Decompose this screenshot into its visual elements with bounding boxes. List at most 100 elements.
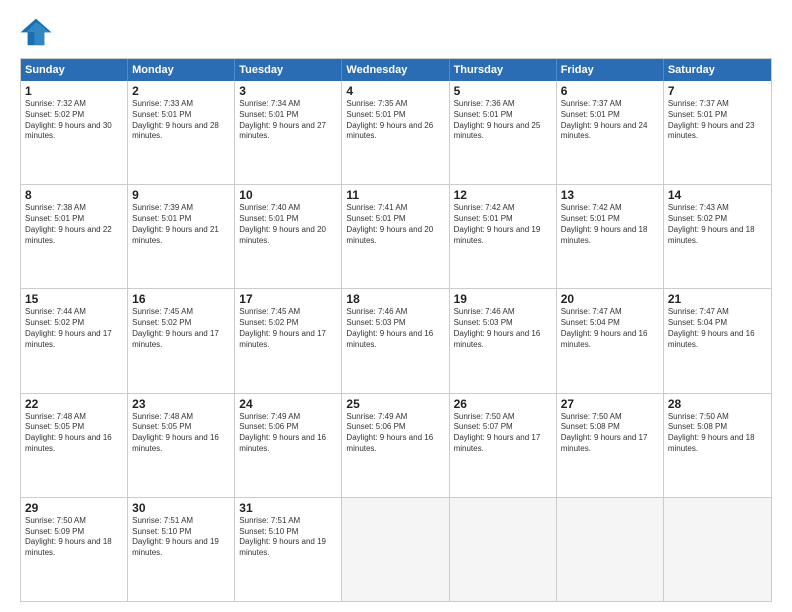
calendar-day-31: 31Sunrise: 7:51 AMSunset: 5:10 PMDayligh… [235,498,342,601]
day-info: Sunrise: 7:45 AMSunset: 5:02 PMDaylight:… [239,307,337,350]
day-header-friday: Friday [557,59,664,81]
calendar-day-27: 27Sunrise: 7:50 AMSunset: 5:08 PMDayligh… [557,394,664,497]
day-number: 17 [239,292,337,306]
calendar-day-26: 26Sunrise: 7:50 AMSunset: 5:07 PMDayligh… [450,394,557,497]
day-header-thursday: Thursday [450,59,557,81]
day-header-tuesday: Tuesday [235,59,342,81]
calendar-day-12: 12Sunrise: 7:42 AMSunset: 5:01 PMDayligh… [450,185,557,288]
calendar-day-30: 30Sunrise: 7:51 AMSunset: 5:10 PMDayligh… [128,498,235,601]
day-number: 26 [454,397,552,411]
calendar-day-19: 19Sunrise: 7:46 AMSunset: 5:03 PMDayligh… [450,289,557,392]
calendar-day-7: 7Sunrise: 7:37 AMSunset: 5:01 PMDaylight… [664,81,771,184]
day-info: Sunrise: 7:44 AMSunset: 5:02 PMDaylight:… [25,307,123,350]
day-info: Sunrise: 7:46 AMSunset: 5:03 PMDaylight:… [454,307,552,350]
calendar-day-empty [664,498,771,601]
day-info: Sunrise: 7:42 AMSunset: 5:01 PMDaylight:… [454,203,552,246]
day-number: 4 [346,84,444,98]
day-info: Sunrise: 7:32 AMSunset: 5:02 PMDaylight:… [25,99,123,142]
logo [20,16,56,48]
calendar-day-3: 3Sunrise: 7:34 AMSunset: 5:01 PMDaylight… [235,81,342,184]
day-number: 25 [346,397,444,411]
day-number: 9 [132,188,230,202]
day-info: Sunrise: 7:45 AMSunset: 5:02 PMDaylight:… [132,307,230,350]
day-info: Sunrise: 7:37 AMSunset: 5:01 PMDaylight:… [561,99,659,142]
calendar-day-5: 5Sunrise: 7:36 AMSunset: 5:01 PMDaylight… [450,81,557,184]
calendar-day-4: 4Sunrise: 7:35 AMSunset: 5:01 PMDaylight… [342,81,449,184]
day-info: Sunrise: 7:38 AMSunset: 5:01 PMDaylight:… [25,203,123,246]
day-info: Sunrise: 7:46 AMSunset: 5:03 PMDaylight:… [346,307,444,350]
calendar-day-empty [342,498,449,601]
calendar-day-1: 1Sunrise: 7:32 AMSunset: 5:02 PMDaylight… [21,81,128,184]
day-number: 23 [132,397,230,411]
day-info: Sunrise: 7:47 AMSunset: 5:04 PMDaylight:… [561,307,659,350]
day-number: 15 [25,292,123,306]
day-info: Sunrise: 7:33 AMSunset: 5:01 PMDaylight:… [132,99,230,142]
day-number: 16 [132,292,230,306]
day-info: Sunrise: 7:51 AMSunset: 5:10 PMDaylight:… [239,516,337,559]
day-number: 22 [25,397,123,411]
day-info: Sunrise: 7:50 AMSunset: 5:08 PMDaylight:… [561,412,659,455]
calendar-day-11: 11Sunrise: 7:41 AMSunset: 5:01 PMDayligh… [342,185,449,288]
calendar-day-23: 23Sunrise: 7:48 AMSunset: 5:05 PMDayligh… [128,394,235,497]
day-number: 14 [668,188,767,202]
calendar-day-9: 9Sunrise: 7:39 AMSunset: 5:01 PMDaylight… [128,185,235,288]
calendar-day-2: 2Sunrise: 7:33 AMSunset: 5:01 PMDaylight… [128,81,235,184]
day-info: Sunrise: 7:41 AMSunset: 5:01 PMDaylight:… [346,203,444,246]
page: SundayMondayTuesdayWednesdayThursdayFrid… [0,0,792,612]
day-info: Sunrise: 7:50 AMSunset: 5:08 PMDaylight:… [668,412,767,455]
day-number: 29 [25,501,123,515]
day-info: Sunrise: 7:42 AMSunset: 5:01 PMDaylight:… [561,203,659,246]
day-info: Sunrise: 7:43 AMSunset: 5:02 PMDaylight:… [668,203,767,246]
calendar-day-10: 10Sunrise: 7:40 AMSunset: 5:01 PMDayligh… [235,185,342,288]
day-header-monday: Monday [128,59,235,81]
day-info: Sunrise: 7:39 AMSunset: 5:01 PMDaylight:… [132,203,230,246]
calendar-week-2: 8Sunrise: 7:38 AMSunset: 5:01 PMDaylight… [21,184,771,288]
day-number: 19 [454,292,552,306]
day-number: 30 [132,501,230,515]
day-info: Sunrise: 7:49 AMSunset: 5:06 PMDaylight:… [239,412,337,455]
day-number: 1 [25,84,123,98]
calendar-day-15: 15Sunrise: 7:44 AMSunset: 5:02 PMDayligh… [21,289,128,392]
calendar-day-22: 22Sunrise: 7:48 AMSunset: 5:05 PMDayligh… [21,394,128,497]
day-number: 7 [668,84,767,98]
calendar-day-empty [450,498,557,601]
day-number: 3 [239,84,337,98]
day-info: Sunrise: 7:48 AMSunset: 5:05 PMDaylight:… [25,412,123,455]
day-number: 20 [561,292,659,306]
calendar-week-5: 29Sunrise: 7:50 AMSunset: 5:09 PMDayligh… [21,497,771,601]
calendar-header: SundayMondayTuesdayWednesdayThursdayFrid… [21,59,771,81]
calendar-day-17: 17Sunrise: 7:45 AMSunset: 5:02 PMDayligh… [235,289,342,392]
day-number: 27 [561,397,659,411]
day-number: 6 [561,84,659,98]
calendar-day-8: 8Sunrise: 7:38 AMSunset: 5:01 PMDaylight… [21,185,128,288]
calendar-day-21: 21Sunrise: 7:47 AMSunset: 5:04 PMDayligh… [664,289,771,392]
day-info: Sunrise: 7:50 AMSunset: 5:07 PMDaylight:… [454,412,552,455]
day-number: 5 [454,84,552,98]
calendar-week-4: 22Sunrise: 7:48 AMSunset: 5:05 PMDayligh… [21,393,771,497]
day-number: 8 [25,188,123,202]
day-number: 21 [668,292,767,306]
day-info: Sunrise: 7:50 AMSunset: 5:09 PMDaylight:… [25,516,123,559]
day-info: Sunrise: 7:36 AMSunset: 5:01 PMDaylight:… [454,99,552,142]
day-info: Sunrise: 7:37 AMSunset: 5:01 PMDaylight:… [668,99,767,142]
calendar-body: 1Sunrise: 7:32 AMSunset: 5:02 PMDaylight… [21,81,771,601]
day-header-wednesday: Wednesday [342,59,449,81]
calendar-week-1: 1Sunrise: 7:32 AMSunset: 5:02 PMDaylight… [21,81,771,184]
day-number: 10 [239,188,337,202]
calendar-day-29: 29Sunrise: 7:50 AMSunset: 5:09 PMDayligh… [21,498,128,601]
calendar-day-28: 28Sunrise: 7:50 AMSunset: 5:08 PMDayligh… [664,394,771,497]
day-info: Sunrise: 7:47 AMSunset: 5:04 PMDaylight:… [668,307,767,350]
day-info: Sunrise: 7:40 AMSunset: 5:01 PMDaylight:… [239,203,337,246]
calendar-day-20: 20Sunrise: 7:47 AMSunset: 5:04 PMDayligh… [557,289,664,392]
calendar-day-25: 25Sunrise: 7:49 AMSunset: 5:06 PMDayligh… [342,394,449,497]
calendar-day-24: 24Sunrise: 7:49 AMSunset: 5:06 PMDayligh… [235,394,342,497]
day-info: Sunrise: 7:35 AMSunset: 5:01 PMDaylight:… [346,99,444,142]
day-number: 13 [561,188,659,202]
calendar-week-3: 15Sunrise: 7:44 AMSunset: 5:02 PMDayligh… [21,288,771,392]
day-number: 18 [346,292,444,306]
calendar: SundayMondayTuesdayWednesdayThursdayFrid… [20,58,772,602]
day-info: Sunrise: 7:34 AMSunset: 5:01 PMDaylight:… [239,99,337,142]
header [20,16,772,48]
calendar-day-6: 6Sunrise: 7:37 AMSunset: 5:01 PMDaylight… [557,81,664,184]
day-number: 31 [239,501,337,515]
